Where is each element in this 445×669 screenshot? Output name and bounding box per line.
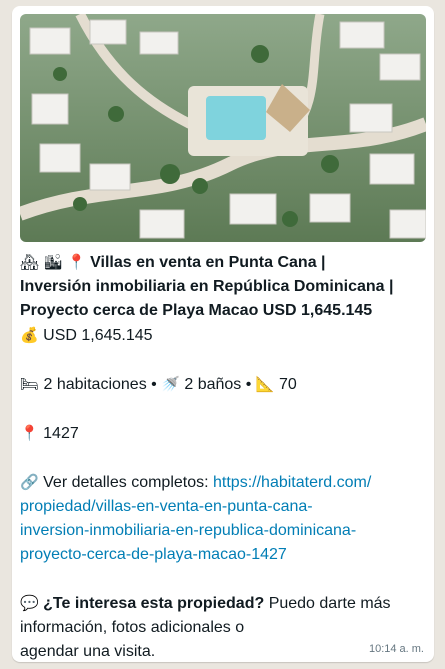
- cta-line-1: 💬 ¿Te interesa esta propiedad? Puedo dar…: [20, 591, 418, 616]
- location-id: 1427: [43, 425, 79, 442]
- details-label: Ver detalles completos:: [43, 474, 209, 491]
- price-value: USD 1,645.145: [43, 327, 153, 344]
- shower-icon: 🚿: [161, 375, 180, 393]
- property-link-part-3[interactable]: inversion-inmobiliaria-en-republica-domi…: [20, 519, 418, 543]
- money-bag-icon: 💰: [20, 326, 39, 344]
- city-icon: 🏙: [43, 253, 63, 271]
- property-link-part-2[interactable]: propiedad/villas-en-venta-en-punta-cana-: [20, 495, 418, 519]
- cta-line-2: información, fotos adicionales o: [20, 619, 245, 636]
- message-bubble[interactable]: 🏘 🏙 📍 Villas en venta en Punta Cana | In…: [12, 6, 434, 662]
- house-icon: 🏘: [20, 253, 40, 271]
- price-line: 💰 USD 1,645.145: [20, 323, 418, 348]
- pin-icon: 📍: [20, 424, 39, 442]
- separator: •: [151, 376, 157, 393]
- link-icon: 🔗: [20, 473, 39, 491]
- features-line: 🛏 2 habitaciones • 🚿 2 baños • 📐 70: [20, 372, 418, 397]
- question-text: ¿Te interesa esta propiedad?: [43, 595, 265, 612]
- separator: •: [245, 376, 252, 393]
- speech-bubble-icon: 💬: [20, 594, 39, 612]
- title-line-2: Inversión inmobiliaria en República Domi…: [20, 278, 394, 295]
- property-link-part-1[interactable]: https://habitaterd.com/: [213, 474, 371, 491]
- message-timestamp: 10:14 a. m.: [368, 643, 424, 655]
- area-value: 70: [278, 376, 297, 393]
- location-line: 📍 1427: [20, 421, 418, 446]
- cta-text-1: Puedo darte más: [268, 595, 391, 612]
- bathrooms-value: 2 baños: [184, 376, 242, 393]
- pin-icon: 📍: [67, 253, 86, 271]
- property-link-part-4[interactable]: proyecto-cerca-de-playa-macao-1427: [20, 543, 418, 567]
- title-text: Villas en venta en Punta Cana |: [90, 254, 326, 271]
- bed-icon: 🛏: [20, 375, 40, 393]
- cta-line-3: agendar una visita.: [20, 643, 156, 660]
- title-line-1: 🏘 🏙 📍 Villas en venta en Punta Cana |: [20, 250, 418, 275]
- property-photo[interactable]: [20, 14, 426, 242]
- details-line: 🔗 Ver detalles completos: https://habita…: [20, 470, 418, 495]
- bedrooms-value: 2 habitaciones: [43, 376, 147, 393]
- message-text: 🏘 🏙 📍 Villas en venta en Punta Cana | In…: [20, 250, 418, 664]
- ruler-icon: 📐: [255, 375, 275, 393]
- title-line-3: Proyecto cerca de Playa Macao USD 1,645.…: [20, 302, 373, 319]
